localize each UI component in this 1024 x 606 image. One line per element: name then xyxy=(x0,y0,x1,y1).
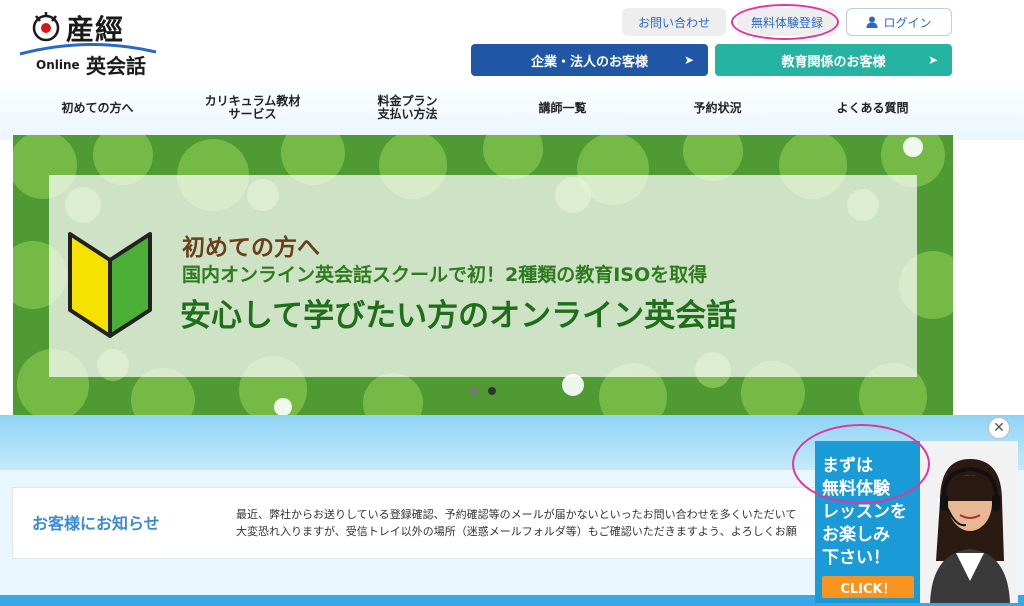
promo-line: お楽しみ xyxy=(822,525,890,545)
notice-line: 最近、弊社からお送りしている登録確認、予約確認等のメールが届かないといったお問い… xyxy=(236,508,797,521)
nav-label: よくある質問 xyxy=(836,100,909,115)
nav-label: 支払い方法 xyxy=(377,107,438,121)
hero-heading: 初めての方へ xyxy=(182,235,320,261)
promo-click-button[interactable]: CLICK！ xyxy=(822,576,914,598)
login-button[interactable]: ログイン xyxy=(846,8,952,36)
nav-item-teachers[interactable]: 講師一覧 xyxy=(485,88,640,128)
arrow-right-icon: ➤ xyxy=(927,53,938,67)
user-icon xyxy=(866,16,878,28)
notice-line: 大変恐れ入りますが、受信トレイ以外の場所（迷惑メールフォルダ等）もご確認いただき… xyxy=(236,525,797,538)
corporate-customers-button[interactable]: 企業・法人のお客様 ➤ xyxy=(471,44,708,76)
site-logo[interactable]: 産經 Online 英会話 xyxy=(18,6,168,78)
teacher-photo xyxy=(920,441,1018,603)
promo-line: 無料体験 xyxy=(822,479,890,499)
arrow-right-icon: ➤ xyxy=(683,53,694,67)
login-label: ログイン xyxy=(883,15,932,30)
corporate-customers-label: 企業・法人のお客様 xyxy=(530,54,648,70)
logo-mark-icon xyxy=(32,12,60,42)
contact-button[interactable]: お問い合わせ xyxy=(622,8,726,36)
notice-text: 最近、弊社からお送りしている登録確認、予約確認等のメールが届かないといったお問い… xyxy=(236,506,814,540)
carousel-dot-active[interactable] xyxy=(488,387,496,395)
carousel-dot[interactable] xyxy=(469,387,477,395)
promo-text: まずは 無料体験 レッスンを お楽しみ 下さい！ xyxy=(822,455,922,570)
free-trial-register-button[interactable]: 無料体験登録 xyxy=(737,8,837,36)
nav-item-reservations[interactable]: 予約状況 xyxy=(640,88,795,128)
nav-label: 初めての方へ xyxy=(61,100,134,115)
close-icon[interactable]: ✕ xyxy=(988,417,1010,439)
nav-item-curriculum[interactable]: カリキュラム教材 サービス xyxy=(175,88,330,128)
promo-line: レッスンを xyxy=(822,502,907,522)
education-customers-button[interactable]: 教育関係のお客様 ➤ xyxy=(715,44,952,76)
beginner-mark-icon xyxy=(68,232,152,338)
hero-tagline: 安心して学びたい方のオンライン英会話 xyxy=(180,298,738,334)
hero-subheading: 国内オンライン英会話スクールで初！2種類の教育ISOを取得 xyxy=(182,264,708,286)
education-customers-label: 教育関係のお客様 xyxy=(781,54,886,70)
logo-online-text: Online xyxy=(36,58,80,72)
nav-label: 講師一覧 xyxy=(538,100,587,115)
nav-label: サービス xyxy=(228,107,277,121)
main-nav: 初めての方へ カリキュラム教材 サービス 料金プラン 支払い方法 講師一覧 予約状況… xyxy=(20,88,950,128)
promo-line: まずは xyxy=(822,456,873,476)
logo-eikaiwa-text: 英会話 xyxy=(86,54,146,78)
notice-title: お客様にお知らせ xyxy=(32,514,160,533)
nav-item-faq[interactable]: よくある質問 xyxy=(795,88,950,128)
promo-line: 下さい！ xyxy=(822,548,890,568)
nav-label: 予約状況 xyxy=(693,100,742,115)
nav-item-pricing[interactable]: 料金プラン 支払い方法 xyxy=(330,88,485,128)
nav-item-beginners[interactable]: 初めての方へ xyxy=(20,88,175,128)
